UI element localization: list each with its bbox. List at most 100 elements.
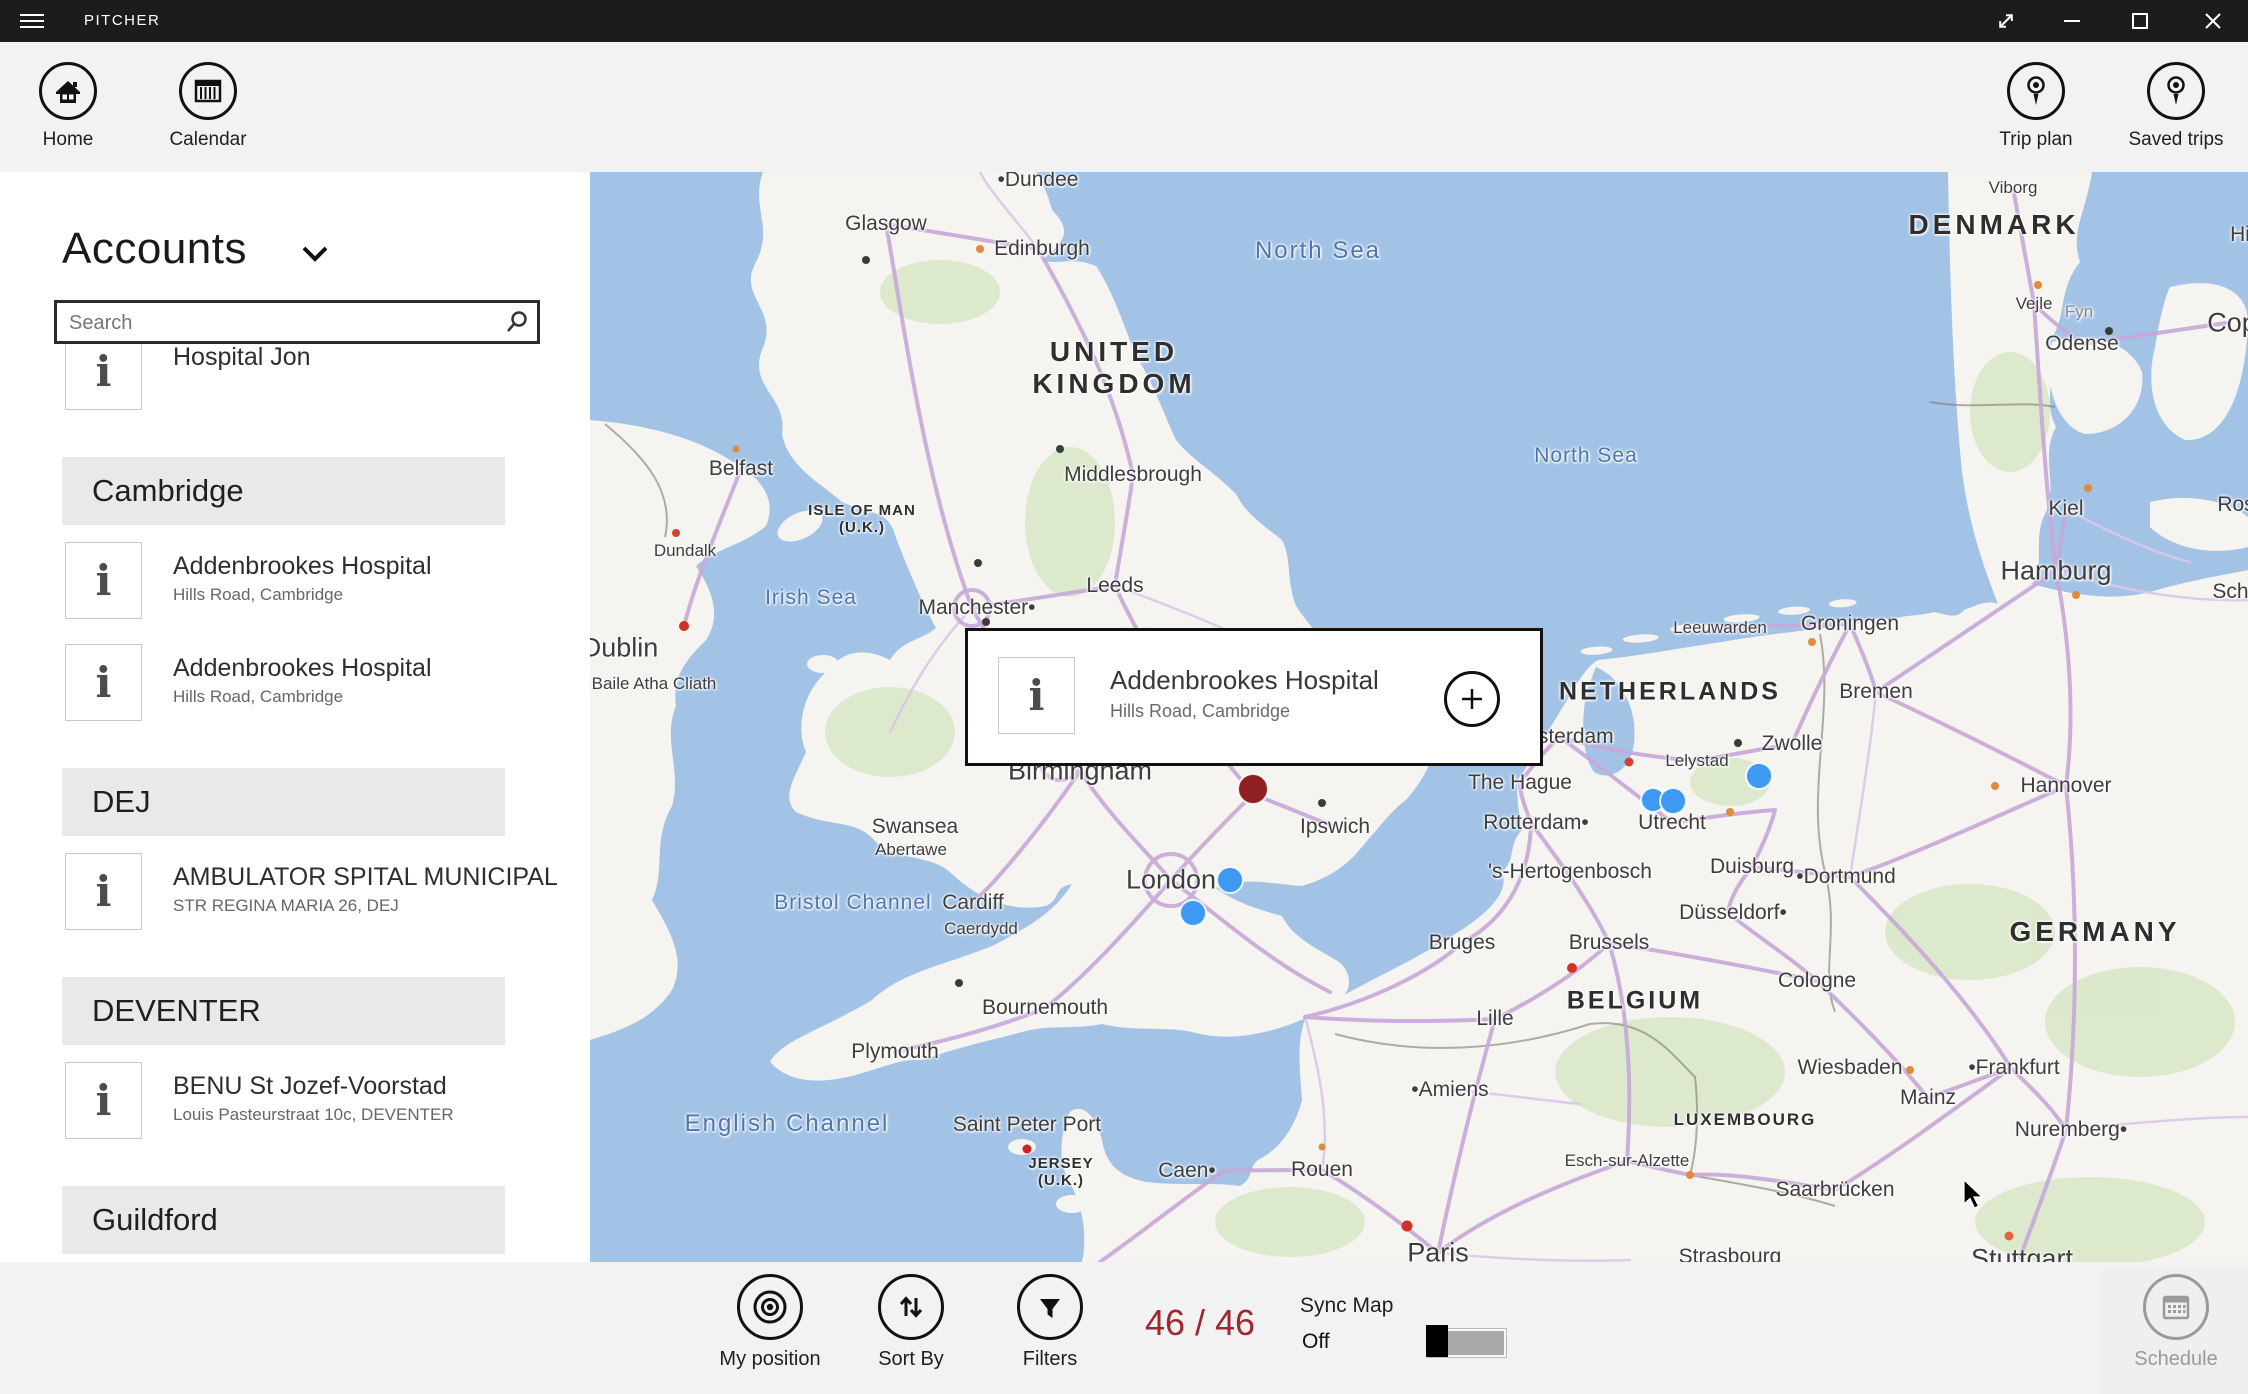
calendar-button[interactable]: Calendar [138, 62, 278, 151]
item-title: Addenbrookes Hospital [173, 654, 432, 682]
calendar-icon [179, 62, 237, 120]
mouse-cursor [1963, 1180, 1984, 1209]
city-dot [1686, 1171, 1694, 1179]
item-title: BENU St Jozef-Voorstad [173, 1072, 447, 1100]
home-button[interactable]: Home [0, 62, 138, 151]
city-dot [1624, 757, 1634, 767]
schedule-calendar-icon [2143, 1274, 2209, 1340]
city-dot [1056, 445, 1064, 453]
account-list-sections: Cambridge i Addenbrookes Hospital Hills Roa… [0, 457, 590, 1262]
popup-subtitle: Hills Road, Cambridge [1110, 701, 1291, 721]
city-dot [976, 245, 984, 253]
maximize-icon [2132, 13, 2148, 29]
list-item[interactable]: i Addenbrookes Hospital Hills Road, Cambri… [65, 644, 590, 721]
list-item[interactable]: i Addenbrookes Hospital Hills Road, Cambri… [65, 542, 590, 619]
maximize-button[interactable] [2116, 0, 2164, 42]
saved-trips-button[interactable]: Saved trips [2106, 62, 2246, 151]
item-title: AMBULATOR SPITAL MUNICIPAL [173, 863, 558, 891]
filter-icon [1017, 1274, 1083, 1340]
account-marker[interactable] [1659, 787, 1687, 815]
home-icon [39, 62, 97, 120]
info-icon[interactable]: i [65, 644, 142, 721]
plus-icon [1462, 689, 1482, 709]
city-dot [974, 559, 982, 567]
map-popup[interactable]: i Addenbrookes Hospital Hills Road, Camb… [965, 628, 1543, 766]
map-canvas[interactable]: •Dundee Glasgow Edinburgh North Sea UNITED K… [590, 172, 2248, 1262]
city-dot [1991, 782, 1999, 790]
sync-map-label: Sync Map [1300, 1294, 1394, 1317]
city-dot [2105, 327, 2113, 335]
section-header: Guildford [62, 1186, 505, 1254]
list-item[interactable]: i Hospital Jon [65, 333, 590, 410]
account-marker[interactable] [1216, 866, 1244, 894]
item-subtitle: Hills Road, Cambridge [173, 585, 344, 604]
info-icon[interactable]: i [65, 853, 142, 930]
item-subtitle: Louis Pasteurstraat 10c, DEVENTER [173, 1105, 454, 1124]
map-pin-icon [2007, 62, 2065, 120]
trip-plan-button[interactable]: Trip plan [1966, 62, 2106, 151]
city-dot [679, 621, 689, 631]
section-header: DEJ [62, 768, 505, 836]
info-icon[interactable]: i [65, 333, 142, 410]
add-to-trip-button[interactable] [1444, 671, 1500, 727]
city-dot [1567, 963, 1577, 973]
info-icon[interactable]: i [65, 542, 142, 619]
sort-icon [878, 1274, 944, 1340]
close-icon [2205, 13, 2221, 29]
chevron-down-icon[interactable] [300, 244, 330, 269]
city-dot [1734, 739, 1742, 747]
info-icon[interactable]: i [998, 657, 1075, 734]
map-pin-icon [2147, 62, 2205, 120]
city-dot [1401, 1220, 1413, 1232]
search-icon[interactable] [505, 310, 529, 339]
item-title: Hospital Jon [173, 343, 311, 371]
minimize-button[interactable] [2048, 0, 2096, 42]
accounts-sidebar: Accounts i Hospital Jon Cambridge i Addenb… [0, 172, 590, 1262]
city-dot [1318, 1143, 1326, 1151]
close-button[interactable] [2189, 0, 2237, 42]
account-marker[interactable] [1179, 899, 1207, 927]
my-position-icon [737, 1274, 803, 1340]
list-item[interactable]: i BENU St Jozef-Voorstad Louis Pasteurstra… [65, 1062, 590, 1139]
account-marker[interactable] [1745, 762, 1773, 790]
info-icon[interactable]: i [65, 1062, 142, 1139]
schedule-button[interactable]: Schedule [2091, 1274, 2248, 1371]
account-list[interactable]: i Hospital Jon Cambridge i Addenbrookes Ho… [0, 333, 590, 1262]
minimize-icon [2064, 20, 2080, 22]
fullscreen-icon [1999, 14, 2013, 28]
item-subtitle: STR REGINA MARIA 26, DEJ [173, 896, 399, 915]
section-header: Cambridge [62, 457, 505, 525]
city-dot [955, 979, 963, 987]
city-dot [2072, 591, 2080, 599]
results-count: 46 / 46 [1144, 1302, 1256, 1343]
search-input[interactable] [67, 303, 491, 343]
accounts-title[interactable]: Accounts [62, 224, 247, 274]
city-dot [982, 618, 990, 626]
city-dot [1022, 1144, 1032, 1154]
city-dot [2084, 484, 2092, 492]
city-dot [1906, 1066, 1914, 1074]
city-dot [862, 256, 870, 264]
sync-map-state: Off [1302, 1330, 1330, 1353]
city-dot [1808, 638, 1816, 646]
filters-button[interactable]: Filters [965, 1274, 1135, 1371]
search-box [54, 300, 540, 344]
city-dot [2034, 281, 2042, 289]
city-dot [1726, 808, 1734, 816]
city-dot [732, 445, 740, 453]
list-item[interactable]: i AMBULATOR SPITAL MUNICIPAL STR REGINA MA… [65, 853, 590, 930]
sync-map-toggle[interactable] [1426, 1324, 1507, 1358]
titlebar: PITCHER [0, 0, 2248, 42]
fullscreen-button[interactable] [1982, 0, 2030, 42]
city-dot [672, 529, 680, 537]
city-dot [2004, 1231, 2014, 1241]
item-title: Addenbrookes Hospital [173, 552, 432, 580]
top-toolbar: Home Calendar Trip plan Saved trips [0, 42, 2248, 172]
bottom-toolbar: My position Sort By Filters 46 / 46 Sync… [0, 1262, 2248, 1394]
popup-title: Addenbrookes Hospital [1110, 665, 1379, 695]
app-title: PITCHER [84, 12, 161, 29]
item-subtitle: Hills Road, Cambridge [173, 687, 344, 706]
city-dot [1318, 799, 1326, 807]
hamburger-menu-icon[interactable] [20, 10, 44, 32]
account-marker[interactable] [1237, 773, 1269, 805]
